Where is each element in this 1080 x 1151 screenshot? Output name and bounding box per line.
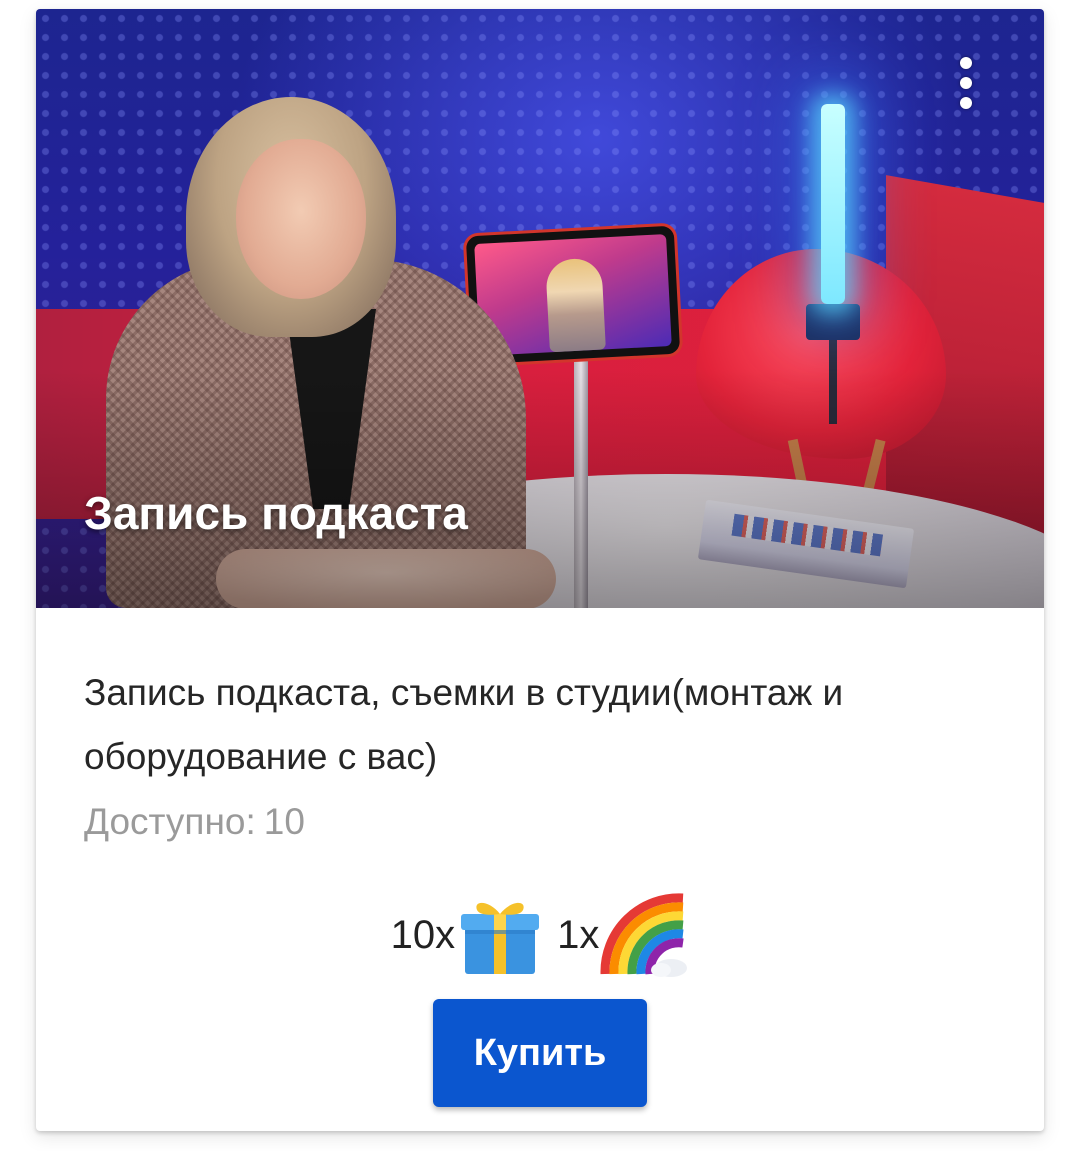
- card-description: Запись подкаста, съемки в студии(монтаж …: [84, 672, 844, 777]
- gift-icon: [461, 902, 540, 974]
- more-options-button[interactable]: [946, 53, 986, 113]
- availability-text: Доступно: 10: [84, 797, 305, 847]
- price-rainbow: 1x: [557, 890, 689, 980]
- more-vertical-icon: [960, 57, 972, 69]
- card-title: Запись подкаста: [84, 487, 468, 539]
- price-rainbow-quantity: 1x: [557, 912, 600, 957]
- product-card: Запись подкаста Запись подкаста, съемки …: [36, 9, 1044, 1131]
- price-gift-quantity: 10x: [390, 912, 456, 957]
- availability-label: Доступно:: [84, 801, 256, 842]
- price-row: 10x 1x: [36, 887, 1044, 983]
- availability-count: 10: [263, 801, 305, 842]
- more-vertical-icon-dot: [960, 77, 972, 89]
- product-image[interactable]: Запись подкаста: [36, 9, 1044, 608]
- price-gift: 10x: [391, 890, 546, 980]
- rainbow-icon: [600, 893, 688, 977]
- more-vertical-icon-dot: [960, 97, 972, 109]
- buy-button[interactable]: Купить: [433, 999, 647, 1107]
